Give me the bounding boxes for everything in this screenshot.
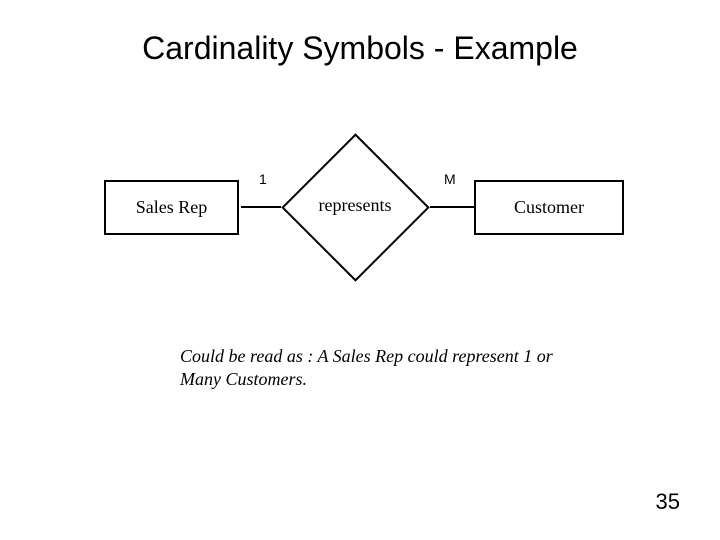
- connector-right: [430, 206, 474, 208]
- entity-right-label: Customer: [514, 197, 584, 218]
- cardinality-left: 1: [259, 171, 267, 187]
- entity-sales-rep: Sales Rep: [104, 180, 239, 235]
- er-diagram: Sales Rep 1 represents M Customer: [104, 155, 624, 265]
- entity-customer: Customer: [474, 180, 624, 235]
- cardinality-right: M: [444, 171, 456, 187]
- relationship-label: represents: [285, 195, 425, 216]
- diagram-caption: Could be read as : A Sales Rep could rep…: [180, 345, 580, 392]
- page-number: 35: [656, 489, 680, 515]
- slide-title: Cardinality Symbols - Example: [0, 30, 720, 67]
- connector-left: [241, 206, 281, 208]
- entity-left-label: Sales Rep: [136, 197, 208, 218]
